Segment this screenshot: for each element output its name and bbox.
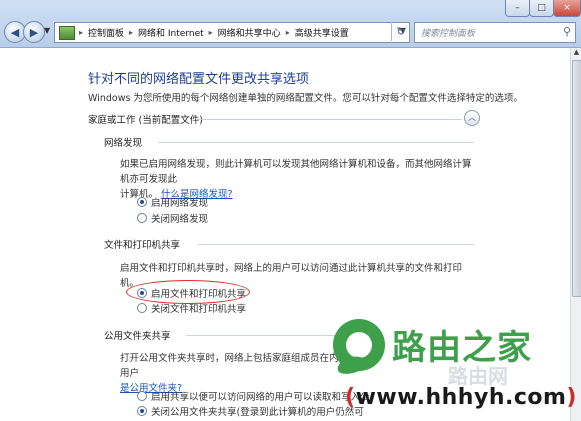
profile-header[interactable]: 家庭或工作 (当前配置文件) ︿ (88, 110, 480, 128)
breadcrumb-advanced-sharing[interactable]: 高级共享设置 (295, 26, 349, 39)
radio-public-folder-off[interactable]: 关闭公用文件夹共享(登录到此计算机的用户仍然可 (137, 404, 364, 418)
vertical-scrollbar[interactable]: ▲ (570, 48, 581, 421)
radio-label: 关闭网络发现 (151, 214, 209, 225)
forward-button[interactable]: ▶ (23, 21, 45, 43)
divider (158, 142, 474, 143)
radio-public-folder-on[interactable]: 启用共享以便可以访问网络的用户可以读取和写入公 (137, 389, 370, 403)
breadcrumb-control-panel[interactable]: 控制面板 (88, 26, 124, 39)
profile-label: 家庭或工作 (当前配置文件) (88, 115, 203, 126)
chevron-right-icon: ▸ (129, 28, 134, 37)
search-icon[interactable]: ⚲ (563, 25, 571, 38)
title-bar: – □ × ◀ ▶ ▼ ▸ 控制面板 ▸ 网络和 Internet ▸ 网络和共… (0, 0, 581, 48)
radio-selected-icon[interactable] (137, 406, 147, 416)
radio-unselected-icon[interactable] (137, 391, 147, 401)
search-input[interactable]: 搜索控制面板 (421, 26, 475, 39)
watermark-url-text: www.hhhyh.com (355, 385, 567, 410)
radio-selected-icon[interactable] (137, 197, 147, 207)
address-bar[interactable]: ▸ 控制面板 ▸ 网络和 Internet ▸ 网络和共享中心 ▸ 高级共享设置… (54, 22, 410, 43)
radio-file-printer-on[interactable]: 启用文件和打印机共享 (137, 286, 246, 300)
breadcrumb-network-sharing-center[interactable]: 网络和共享中心 (218, 26, 281, 39)
radio-label: 启用文件和打印机共享 (151, 289, 247, 300)
control-panel-icon (59, 25, 75, 40)
chevron-right-icon: ▸ (285, 28, 290, 37)
scroll-thumb[interactable] (572, 60, 581, 297)
radio-label: 启用网络发现 (151, 198, 209, 209)
maximize-button[interactable]: □ (529, 0, 554, 17)
radio-unselected-icon[interactable] (137, 213, 147, 223)
section-title-file-printer-sharing: 文件和打印机共享 (104, 240, 181, 251)
network-discovery-text: 如果已启用网络发现，则此计算机可以发现其他网络计算机和设备，而其他网络计算机亦可… (120, 159, 472, 185)
page-description: Windows 为您所使用的每个网络创建单独的网络配置文件。您可以针对每个配置文… (88, 93, 523, 104)
page-title: 针对不同的网络配置文件更改共享选项 (88, 72, 310, 87)
divider (196, 119, 462, 120)
radio-network-discovery-on[interactable]: 启用网络发现 (137, 195, 208, 209)
search-box[interactable]: 搜索控制面板 ⚲ (414, 22, 576, 43)
forward-arrow-icon: ▶ (29, 25, 39, 39)
watermark-paren-open: ( (345, 385, 356, 410)
radio-network-discovery-off[interactable]: 关闭网络发现 (137, 211, 208, 225)
divider (198, 244, 474, 245)
radio-label: 关闭公用文件夹共享(登录到此计算机的用户仍然可 (151, 407, 364, 418)
watermark-paren-close: ) (566, 385, 577, 410)
divider (186, 335, 336, 336)
scroll-up-icon[interactable]: ▲ (571, 48, 581, 58)
section-title-network-discovery: 网络发现 (104, 138, 143, 149)
collapse-chevron-up-icon[interactable]: ︿ (464, 110, 480, 126)
section-title-public-folder-sharing: 公用文件夹共享 (104, 331, 171, 342)
radio-label: 启用共享以便可以访问网络的用户可以读取和写入公 (151, 392, 370, 403)
radio-unselected-icon[interactable] (137, 303, 147, 313)
recent-pages-dropdown[interactable]: ▼ (44, 26, 50, 35)
minimize-button[interactable]: – (505, 0, 530, 17)
public-folder-text: 打开公用文件夹共享时，网络上包括家庭组成员在内的用户 (120, 353, 349, 379)
radio-label: 关闭文件和打印机共享 (151, 304, 247, 315)
watermark-url: (www.hhhyh.com) (345, 385, 577, 410)
radio-selected-icon[interactable] (137, 288, 147, 298)
chevron-right-icon: ▸ (79, 28, 84, 37)
radio-file-printer-off[interactable]: 关闭文件和打印机共享 (137, 301, 246, 315)
refresh-icon: ↻ (396, 25, 406, 38)
refresh-button[interactable]: ↻ (391, 22, 410, 41)
breadcrumb-network-internet[interactable]: 网络和 Internet (138, 26, 204, 39)
chevron-right-icon: ▸ (208, 28, 213, 37)
back-arrow-icon: ◀ (10, 25, 20, 39)
close-button[interactable]: × (553, 0, 581, 17)
